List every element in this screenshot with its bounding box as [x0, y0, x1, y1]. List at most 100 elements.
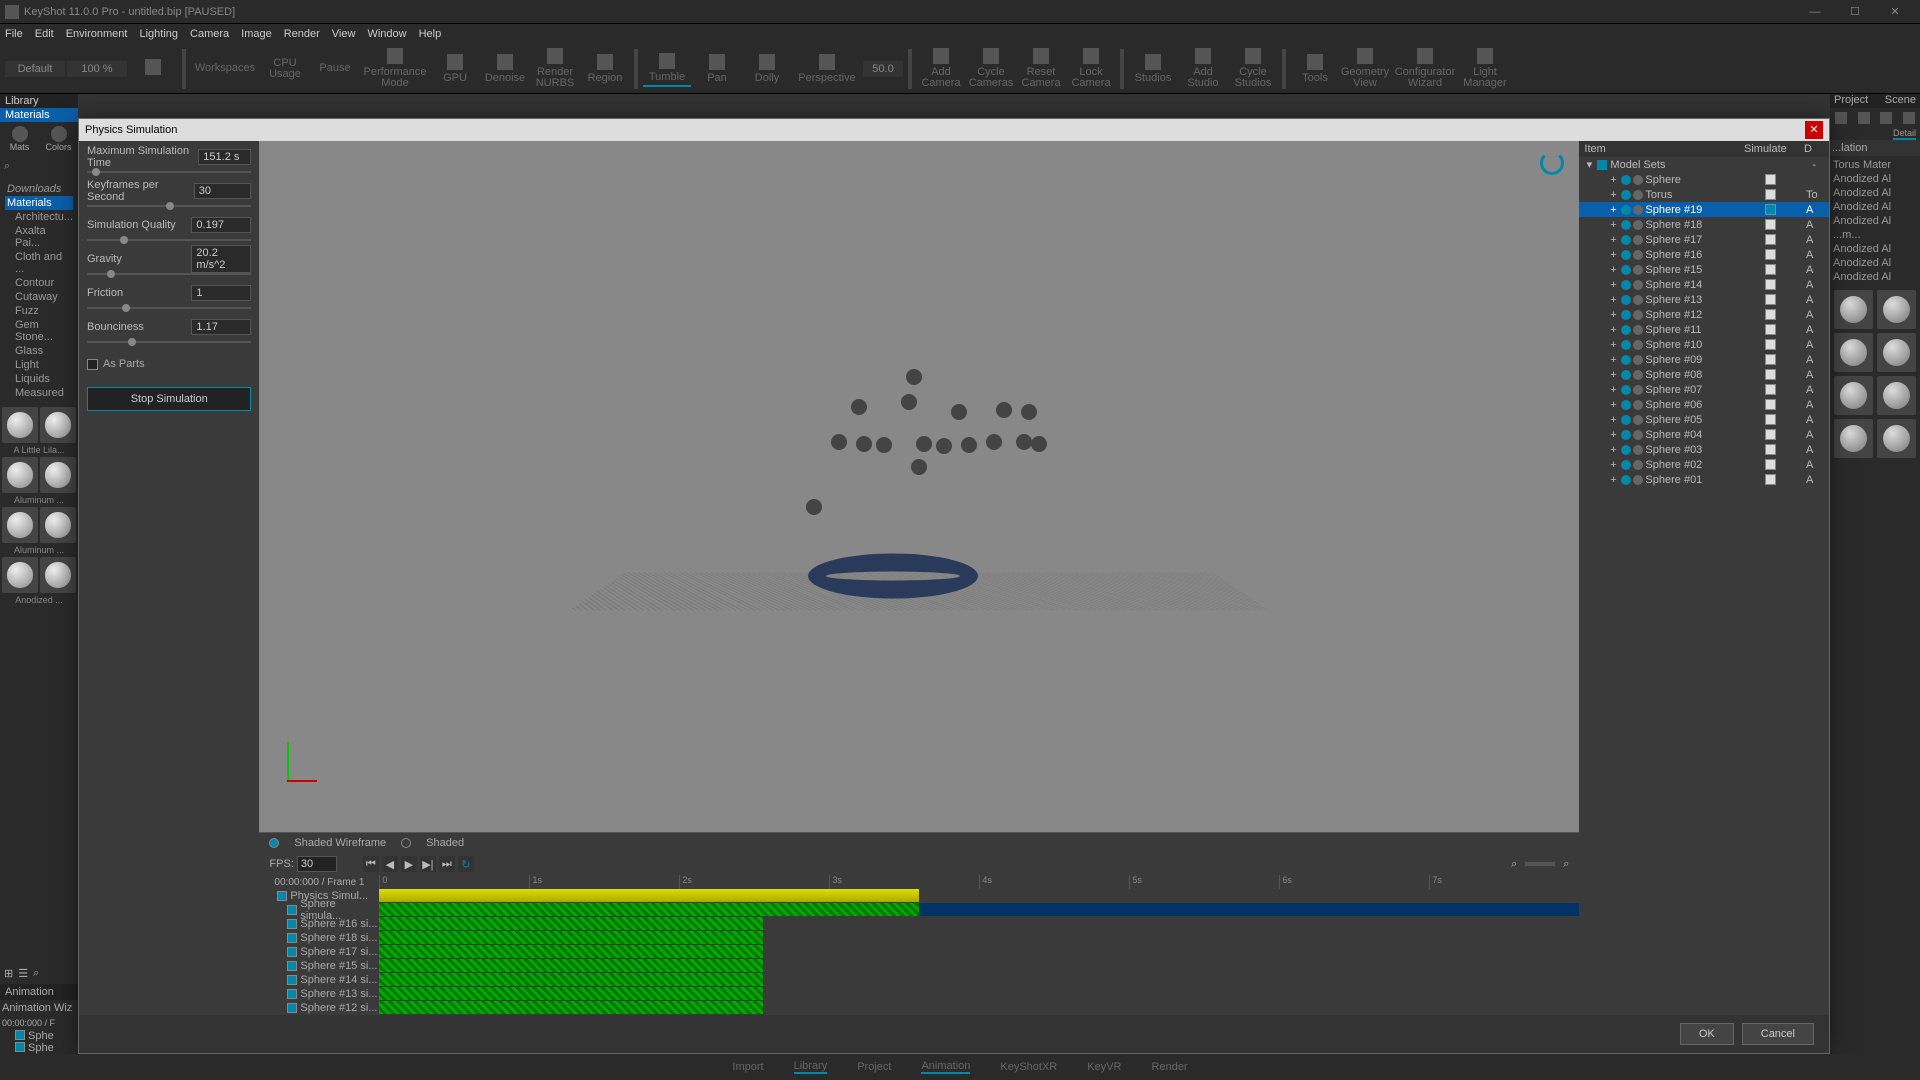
dolly-button[interactable]: Dolly: [743, 52, 791, 86]
tree-row[interactable]: + Sphere #02 A: [1579, 457, 1829, 472]
lock-icon[interactable]: [1633, 190, 1643, 200]
simulate-header[interactable]: Simulate: [1744, 143, 1804, 155]
workspaces-button[interactable]: Workspaces: [191, 61, 259, 76]
tree-row[interactable]: + Sphere #11 A: [1579, 322, 1829, 337]
lock-icon[interactable]: [1633, 295, 1643, 305]
visibility-icon[interactable]: [1621, 460, 1631, 470]
visibility-icon[interactable]: [1621, 190, 1631, 200]
gpu-button[interactable]: GPU: [431, 52, 479, 86]
track-name-row[interactable]: Sphere simula...: [274, 903, 379, 917]
as-parts-checkbox[interactable]: [87, 359, 98, 370]
material-thumb[interactable]: [2, 557, 38, 593]
dialog-close-button[interactable]: ✕: [1805, 121, 1823, 139]
visibility-icon[interactable]: [1621, 370, 1631, 380]
preset-select[interactable]: Default: [5, 61, 65, 77]
tree-row[interactable]: + Sphere #12 A: [1579, 307, 1829, 322]
tree-item[interactable]: Gem Stone...: [5, 318, 73, 344]
lock-icon[interactable]: [1633, 445, 1643, 455]
bounciness-value[interactable]: 1.17: [191, 319, 251, 335]
project-thumb[interactable]: [1834, 290, 1873, 329]
list-item[interactable]: Anodized Al: [1832, 200, 1918, 214]
track-name-row[interactable]: Sphere #14 si...: [274, 973, 379, 987]
material-thumb[interactable]: [40, 557, 76, 593]
tree-row[interactable]: + Sphere #17 A: [1579, 232, 1829, 247]
project-thumb[interactable]: [1877, 333, 1916, 372]
tree-row[interactable]: + Sphere #19 A: [1579, 202, 1829, 217]
visibility-icon[interactable]: [1621, 175, 1631, 185]
simulate-checkbox[interactable]: [1765, 444, 1776, 455]
track-checkbox[interactable]: [287, 919, 297, 929]
list-item[interactable]: Anodized Al: [1832, 172, 1918, 186]
menu-camera[interactable]: Camera: [190, 28, 229, 40]
list-item[interactable]: Anodized Al: [1832, 214, 1918, 228]
material-thumb[interactable]: [2, 407, 38, 443]
gravity-slider[interactable]: [87, 269, 251, 279]
tree-row[interactable]: + Sphere #18 A: [1579, 217, 1829, 232]
material-thumb[interactable]: [40, 457, 76, 493]
tree-materials[interactable]: Materials: [5, 196, 73, 210]
lock-icon[interactable]: [1633, 355, 1643, 365]
simulate-checkbox[interactable]: [1765, 474, 1776, 485]
performance-mode-button[interactable]: Performance Mode: [361, 46, 429, 91]
track-checkbox[interactable]: [287, 975, 297, 985]
simulate-checkbox[interactable]: [1765, 249, 1776, 260]
lock-icon[interactable]: [1633, 310, 1643, 320]
tree-row[interactable]: + Torus To: [1579, 187, 1829, 202]
mats-icon[interactable]: Mats: [8, 126, 32, 152]
lock-icon[interactable]: [1633, 370, 1643, 380]
simulate-checkbox[interactable]: [1765, 339, 1776, 350]
library-tab[interactable]: Library: [5, 95, 39, 107]
anim-check[interactable]: [15, 1030, 25, 1040]
menu-image[interactable]: Image: [241, 28, 272, 40]
denoise-button[interactable]: Denoise: [481, 52, 529, 86]
lock-icon[interactable]: [1633, 265, 1643, 275]
material-thumb[interactable]: [40, 507, 76, 543]
cycle-cameras-button[interactable]: Cycle Cameras: [967, 46, 1015, 91]
simulation-viewport[interactable]: [259, 141, 1579, 832]
shaded-radio[interactable]: [401, 838, 411, 848]
geometry-view-button[interactable]: Geometry View: [1341, 46, 1389, 91]
grid-icon[interactable]: ⊞: [4, 967, 13, 980]
simulate-checkbox[interactable]: [1765, 279, 1776, 290]
d-header[interactable]: D: [1804, 143, 1824, 155]
lock-icon[interactable]: [1633, 475, 1643, 485]
track-bars[interactable]: 01s2s3s4s5s6s7s: [379, 875, 1579, 1015]
image-icon[interactable]: [1903, 112, 1915, 124]
bounciness-slider[interactable]: [87, 337, 251, 347]
lock-icon[interactable]: [1633, 280, 1643, 290]
lock-icon[interactable]: [1633, 250, 1643, 260]
tree-row[interactable]: + Sphere #04 A: [1579, 427, 1829, 442]
track-bar[interactable]: [379, 917, 1579, 930]
pan-button[interactable]: Pan: [693, 52, 741, 86]
animation-wizard-button[interactable]: Animation Wiz: [2, 1002, 72, 1014]
visibility-icon[interactable]: [1621, 400, 1631, 410]
ok-button[interactable]: OK: [1680, 1023, 1734, 1045]
fov-value[interactable]: 50.0: [863, 61, 903, 77]
tools-button[interactable]: Tools: [1291, 52, 1339, 86]
zoom-out-icon[interactable]: ⌕: [1511, 858, 1517, 871]
zoom-slider[interactable]: [1525, 862, 1555, 866]
simulate-checkbox[interactable]: [1765, 294, 1776, 305]
project-thumb[interactable]: [1877, 376, 1916, 415]
zoom-in-icon[interactable]: ⌕: [1563, 858, 1569, 871]
list-item[interactable]: Anodized Al: [1832, 256, 1918, 270]
lock-icon[interactable]: [1633, 400, 1643, 410]
import-button[interactable]: Import: [732, 1061, 763, 1073]
track-bar[interactable]: [379, 959, 1579, 972]
tree-row-modelsets[interactable]: ▾ Model Sets -: [1579, 157, 1829, 172]
max-time-value[interactable]: 151.2 s: [198, 149, 251, 165]
friction-value[interactable]: 1: [191, 285, 251, 301]
tree-row[interactable]: + Sphere #06 A: [1579, 397, 1829, 412]
simulate-checkbox[interactable]: [1765, 309, 1776, 320]
loop-button[interactable]: ↻: [458, 856, 474, 872]
cycle-studios-button[interactable]: Cycle Studios: [1229, 46, 1277, 91]
track-bar[interactable]: [379, 987, 1579, 1000]
menu-window[interactable]: Window: [367, 28, 406, 40]
simulate-checkbox[interactable]: [1765, 324, 1776, 335]
track-checkbox[interactable]: [287, 947, 297, 957]
track-name-row[interactable]: Sphere #15 si...: [274, 959, 379, 973]
track-name-row[interactable]: Sphere #12 si...: [274, 1001, 379, 1015]
skip-end-button[interactable]: ⏭: [439, 856, 455, 872]
pause-icon-button[interactable]: [129, 57, 177, 80]
visibility-icon[interactable]: [1621, 325, 1631, 335]
